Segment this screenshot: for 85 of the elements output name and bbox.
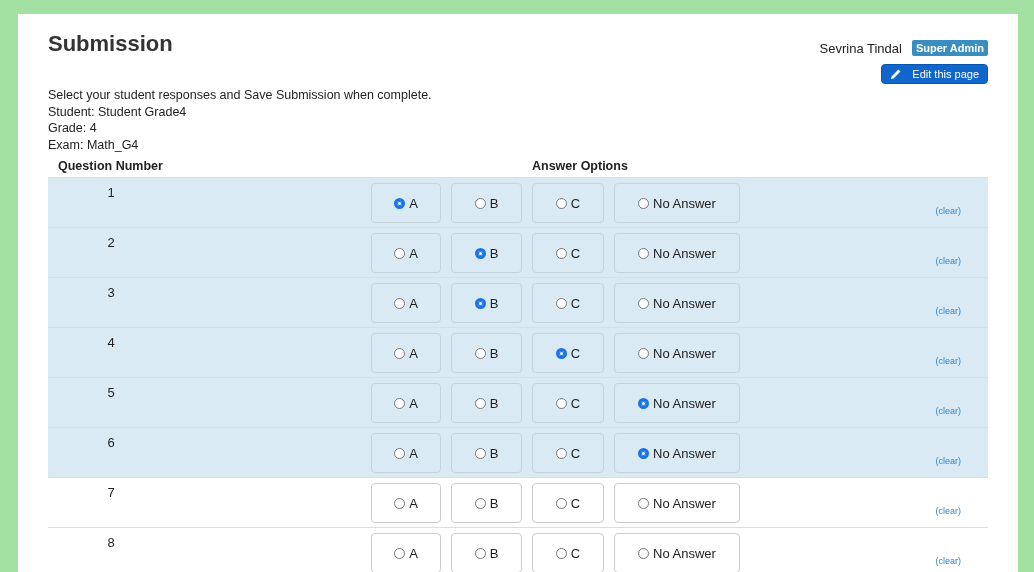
- clear-link[interactable]: (clear): [935, 556, 961, 566]
- answer-option[interactable]: No Answer: [614, 333, 740, 373]
- radio-button[interactable]: [555, 247, 567, 259]
- question-number: 2: [106, 234, 116, 252]
- clear-link[interactable]: (clear): [935, 506, 961, 516]
- question-number: 1: [106, 184, 116, 202]
- radio-button[interactable]: [474, 547, 486, 559]
- radio-button[interactable]: [638, 497, 650, 509]
- radio-button[interactable]: [638, 247, 650, 259]
- radio-button[interactable]: [638, 197, 650, 209]
- radio-button[interactable]: [555, 547, 567, 559]
- answer-option[interactable]: C: [532, 283, 604, 323]
- answer-option[interactable]: B: [451, 433, 522, 473]
- answer-option[interactable]: B: [451, 183, 522, 223]
- role-badge: Super Admin: [911, 40, 988, 56]
- radio-button[interactable]: [394, 247, 406, 259]
- question-number: 6: [106, 434, 116, 452]
- radio-button[interactable]: [555, 497, 567, 509]
- answer-option[interactable]: A: [371, 183, 441, 223]
- answer-option[interactable]: B: [451, 483, 522, 523]
- answer-option[interactable]: C: [532, 533, 604, 572]
- edit-page-button[interactable]: Edit this page: [881, 64, 988, 84]
- radio-button[interactable]: [474, 347, 486, 359]
- answer-option[interactable]: C: [532, 233, 604, 273]
- question-number: 3: [106, 284, 116, 302]
- pencil-icon: [890, 68, 903, 80]
- radio-button[interactable]: [474, 497, 486, 509]
- radio-button[interactable]: [394, 297, 406, 309]
- answer-option[interactable]: No Answer: [614, 283, 740, 323]
- info-text: Select your student responses and Save Submission when complete.: [48, 87, 433, 104]
- info-text: Student: Student Grade4: [48, 103, 188, 120]
- answer-option[interactable]: C: [532, 183, 604, 223]
- answer-option[interactable]: A: [371, 433, 441, 473]
- radio-button[interactable]: [394, 497, 406, 509]
- answer-option[interactable]: No Answer: [614, 183, 740, 223]
- answer-option[interactable]: A: [371, 483, 441, 523]
- radio-button[interactable]: [638, 347, 650, 359]
- radio-button[interactable]: [555, 397, 567, 409]
- column-header: Answer Options: [532, 159, 628, 173]
- answer-option[interactable]: C: [532, 433, 604, 473]
- answer-option[interactable]: B: [451, 533, 522, 572]
- answer-option[interactable]: No Answer: [614, 233, 740, 273]
- radio-button[interactable]: [555, 297, 567, 309]
- answer-option[interactable]: No Answer: [614, 483, 740, 523]
- answer-option[interactable]: A: [371, 233, 441, 273]
- radio-button[interactable]: [638, 447, 650, 459]
- radio-button[interactable]: [474, 297, 486, 309]
- user-name: Sevrina Tindal: [819, 40, 902, 56]
- answer-option[interactable]: B: [451, 283, 522, 323]
- answer-option[interactable]: A: [371, 283, 441, 323]
- radio-button[interactable]: [394, 347, 406, 359]
- answer-option[interactable]: C: [532, 383, 604, 423]
- radio-button[interactable]: [394, 447, 406, 459]
- answer-option[interactable]: A: [371, 383, 441, 423]
- radio-button[interactable]: [474, 247, 486, 259]
- radio-button[interactable]: [474, 197, 486, 209]
- answer-option[interactable]: C: [532, 333, 604, 373]
- answer-option[interactable]: C: [532, 483, 604, 523]
- info-text: Grade: 4: [48, 120, 98, 137]
- page-title: Submission: [48, 30, 173, 57]
- radio-button[interactable]: [555, 197, 567, 209]
- answer-option[interactable]: B: [451, 383, 522, 423]
- radio-button[interactable]: [638, 297, 650, 309]
- info-text: Exam: Math_G4: [48, 136, 140, 153]
- question-number: 5: [106, 384, 116, 402]
- answer-option[interactable]: A: [371, 533, 441, 572]
- question-number: 4: [106, 334, 116, 352]
- answer-option[interactable]: B: [451, 233, 522, 273]
- question-number: 8: [106, 534, 116, 552]
- answer-option[interactable]: A: [371, 333, 441, 373]
- radio-button[interactable]: [394, 197, 406, 209]
- radio-button[interactable]: [394, 397, 406, 409]
- radio-button[interactable]: [474, 397, 486, 409]
- radio-button[interactable]: [555, 447, 567, 459]
- answer-option[interactable]: No Answer: [614, 433, 740, 473]
- radio-button[interactable]: [638, 397, 650, 409]
- radio-button[interactable]: [474, 447, 486, 459]
- answer-option[interactable]: No Answer: [614, 533, 740, 572]
- radio-button[interactable]: [394, 547, 406, 559]
- answer-option[interactable]: B: [451, 333, 522, 373]
- answer-option[interactable]: No Answer: [614, 383, 740, 423]
- column-header: Question Number: [57, 159, 164, 173]
- radio-button[interactable]: [555, 347, 567, 359]
- radio-button[interactable]: [638, 547, 650, 559]
- question-number: 7: [106, 484, 116, 502]
